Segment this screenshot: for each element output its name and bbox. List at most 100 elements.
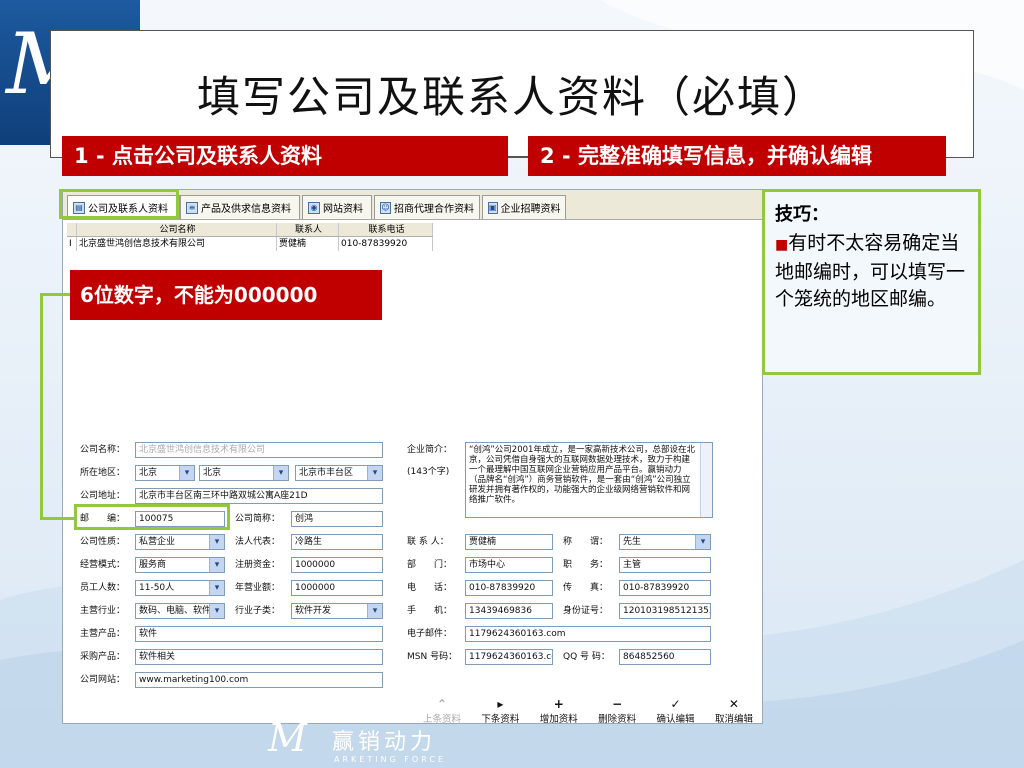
step-connector: [508, 156, 528, 157]
table-row[interactable]: I 北京盛世鸿创信息技术有限公司 贾健楠 010-87839920: [67, 237, 433, 251]
district-select[interactable]: 北京市丰台区: [295, 465, 383, 481]
next-record-button[interactable]: ▸ 下条资料: [471, 698, 529, 726]
mobile-label: 手 机：: [407, 606, 453, 616]
confirm-edit-button[interactable]: ✓ 确认编辑: [647, 697, 705, 726]
check-icon: ✓: [670, 697, 681, 711]
address-field[interactable]: 北京市丰台区南三环中路双城公寓A座21D: [135, 488, 383, 504]
email-field[interactable]: 1179624360163.com: [465, 626, 711, 642]
table-cell: 010-87839920: [339, 237, 433, 251]
button-label: 取消编辑: [714, 714, 753, 725]
footer-brand-logo: M 赢销动力 ARKETING FORCE: [268, 718, 468, 764]
button-label: 确认编辑: [656, 714, 695, 725]
purchase-field[interactable]: 软件相关: [135, 649, 383, 665]
sub-industry-select[interactable]: 软件开发: [291, 603, 383, 619]
slide-title: 填写公司及联系人资料（必填）: [197, 73, 827, 123]
tip-heading: 技巧：: [775, 204, 829, 225]
title-label: 称 谓：: [563, 537, 609, 547]
msn-label: MSN 号码：: [407, 652, 458, 662]
title-select[interactable]: 先生: [619, 534, 711, 550]
sub-industry-label: 行业子类：: [235, 606, 281, 616]
dept-label: 部 门：: [407, 560, 453, 570]
province-select[interactable]: 北京: [135, 465, 195, 481]
short-name-field[interactable]: 创鸿: [291, 511, 383, 527]
add-record-button[interactable]: + 增加资料: [530, 697, 588, 726]
connector-line: [40, 293, 70, 296]
tab-recruit[interactable]: ▣ 企业招聘资料: [482, 195, 566, 219]
step1-label: 1 - 点击公司及联系人资料: [62, 136, 508, 176]
city-select[interactable]: 北京: [199, 465, 289, 481]
fax-field[interactable]: 010-87839920: [619, 580, 711, 596]
address-label: 公司地址：: [80, 491, 126, 501]
region-label: 所在地区：: [80, 468, 126, 478]
postcode-callout: 6位数字，不能为000000: [70, 270, 382, 320]
contact-field[interactable]: 贾健楠: [465, 534, 553, 550]
cancel-edit-button[interactable]: ✕ 取消编辑: [705, 698, 763, 726]
position-field[interactable]: 主管: [619, 557, 711, 573]
tab-label: 企业招聘资料: [500, 204, 561, 215]
phone-label: 电 话：: [407, 583, 453, 593]
tab-agent[interactable]: ☺ 招商代理合作资料: [374, 195, 480, 219]
delete-record-button[interactable]: − 删除资料: [588, 697, 646, 726]
revenue-label: 年营业额：: [235, 583, 281, 593]
company-name-label: 公司名称：: [80, 445, 126, 455]
step2-label: 2 - 完整准确填写信息，并确认编辑: [528, 136, 946, 176]
nature-select[interactable]: 私营企业: [135, 534, 225, 550]
footer-brand-en: ARKETING FORCE: [334, 755, 447, 764]
header-cell: [67, 223, 77, 236]
footer-brand-cn: 赢销动力: [332, 730, 437, 755]
website-label: 公司网站：: [80, 675, 126, 685]
legal-rep-label: 法人代表：: [235, 537, 281, 547]
header-cell: 联系电话: [339, 223, 433, 236]
connector-line: [40, 293, 43, 520]
up-arrow-icon: ⌃: [436, 697, 448, 711]
footer-brand-mark: M: [268, 716, 307, 760]
connector-line: [40, 517, 75, 520]
minus-icon: −: [612, 697, 623, 711]
intro-count: (143个字): [407, 467, 450, 477]
plus-icon: +: [553, 697, 564, 711]
legal-rep-field[interactable]: 冷路生: [291, 534, 383, 550]
mobile-field[interactable]: 13439469836: [465, 603, 553, 619]
tab-product-supply[interactable]: ≡ 产品及供求信息资料: [180, 195, 300, 219]
fax-label: 传 真：: [563, 583, 609, 593]
table-cell: 贾健楠: [277, 237, 339, 251]
tip-text: 有时不太容易确定当地邮编时，可以填写一个笼统的地区邮编。: [775, 232, 966, 310]
idcard-field[interactable]: 120103198512135301: [619, 603, 711, 619]
records-table: 公司名称 联系人 联系电话 I 北京盛世鸿创信息技术有限公司 贾健楠 010-8…: [67, 223, 433, 251]
nature-label: 公司性质：: [80, 537, 126, 547]
contact-label: 联 系 人：: [407, 537, 449, 547]
postcode-highlight-box: [74, 504, 230, 530]
short-name-label: 公司简称：: [235, 514, 281, 524]
industry-select[interactable]: 数码、电脑、软件: [135, 603, 225, 619]
biz-mode-select[interactable]: 服务商: [135, 557, 225, 573]
tab-highlight-box: [59, 189, 179, 219]
header-cell: 联系人: [277, 223, 339, 236]
revenue-field[interactable]: 1000000: [291, 580, 383, 596]
reg-capital-field[interactable]: 1000000: [291, 557, 383, 573]
table-cell: 北京盛世鸿创信息技术有限公司: [77, 237, 277, 251]
website-field[interactable]: www.marketing100.com: [135, 672, 383, 688]
button-label: 删除资料: [598, 714, 637, 725]
intro-scrollbar[interactable]: [700, 443, 712, 517]
tab-website[interactable]: ◉ 网站资料: [302, 195, 372, 219]
tip-body: ■有时不太容易确定当地邮编时，可以填写一个笼统的地区邮编。: [775, 230, 968, 313]
button-label: 下条资料: [481, 714, 520, 725]
table-header: 公司名称 联系人 联系电话: [67, 223, 433, 237]
phone-field[interactable]: 010-87839920: [465, 580, 553, 596]
recruit-icon: ▣: [488, 201, 498, 214]
company-name-field[interactable]: 北京盛世鸿创信息技术有限公司: [135, 442, 383, 458]
qq-label: QQ 号 码：: [563, 652, 610, 662]
reg-capital-label: 注册资金：: [235, 560, 281, 570]
company-form: 公司名称： 北京盛世鸿创信息技术有限公司 所在地区： 北京 北京 北京市丰台区 …: [63, 434, 763, 696]
agent-icon: ☺: [380, 201, 391, 214]
website-icon: ◉: [308, 201, 320, 214]
tip-box: 技巧： ■有时不太容易确定当地邮编时，可以填写一个笼统的地区邮编。: [762, 189, 981, 375]
main-product-field[interactable]: 软件: [135, 626, 383, 642]
msn-field[interactable]: 1179624360163.com: [465, 649, 553, 665]
biz-mode-label: 经营模式：: [80, 560, 126, 570]
qq-field[interactable]: 864852560: [619, 649, 711, 665]
row-marker: I: [67, 237, 77, 251]
intro-textarea[interactable]: “创鸿”公司2001年成立，是一家高新技术公司，总部设在北京，公司凭借自身强大的…: [465, 442, 713, 518]
dept-field[interactable]: 市场中心: [465, 557, 553, 573]
staff-select[interactable]: 11-50人: [135, 580, 225, 596]
